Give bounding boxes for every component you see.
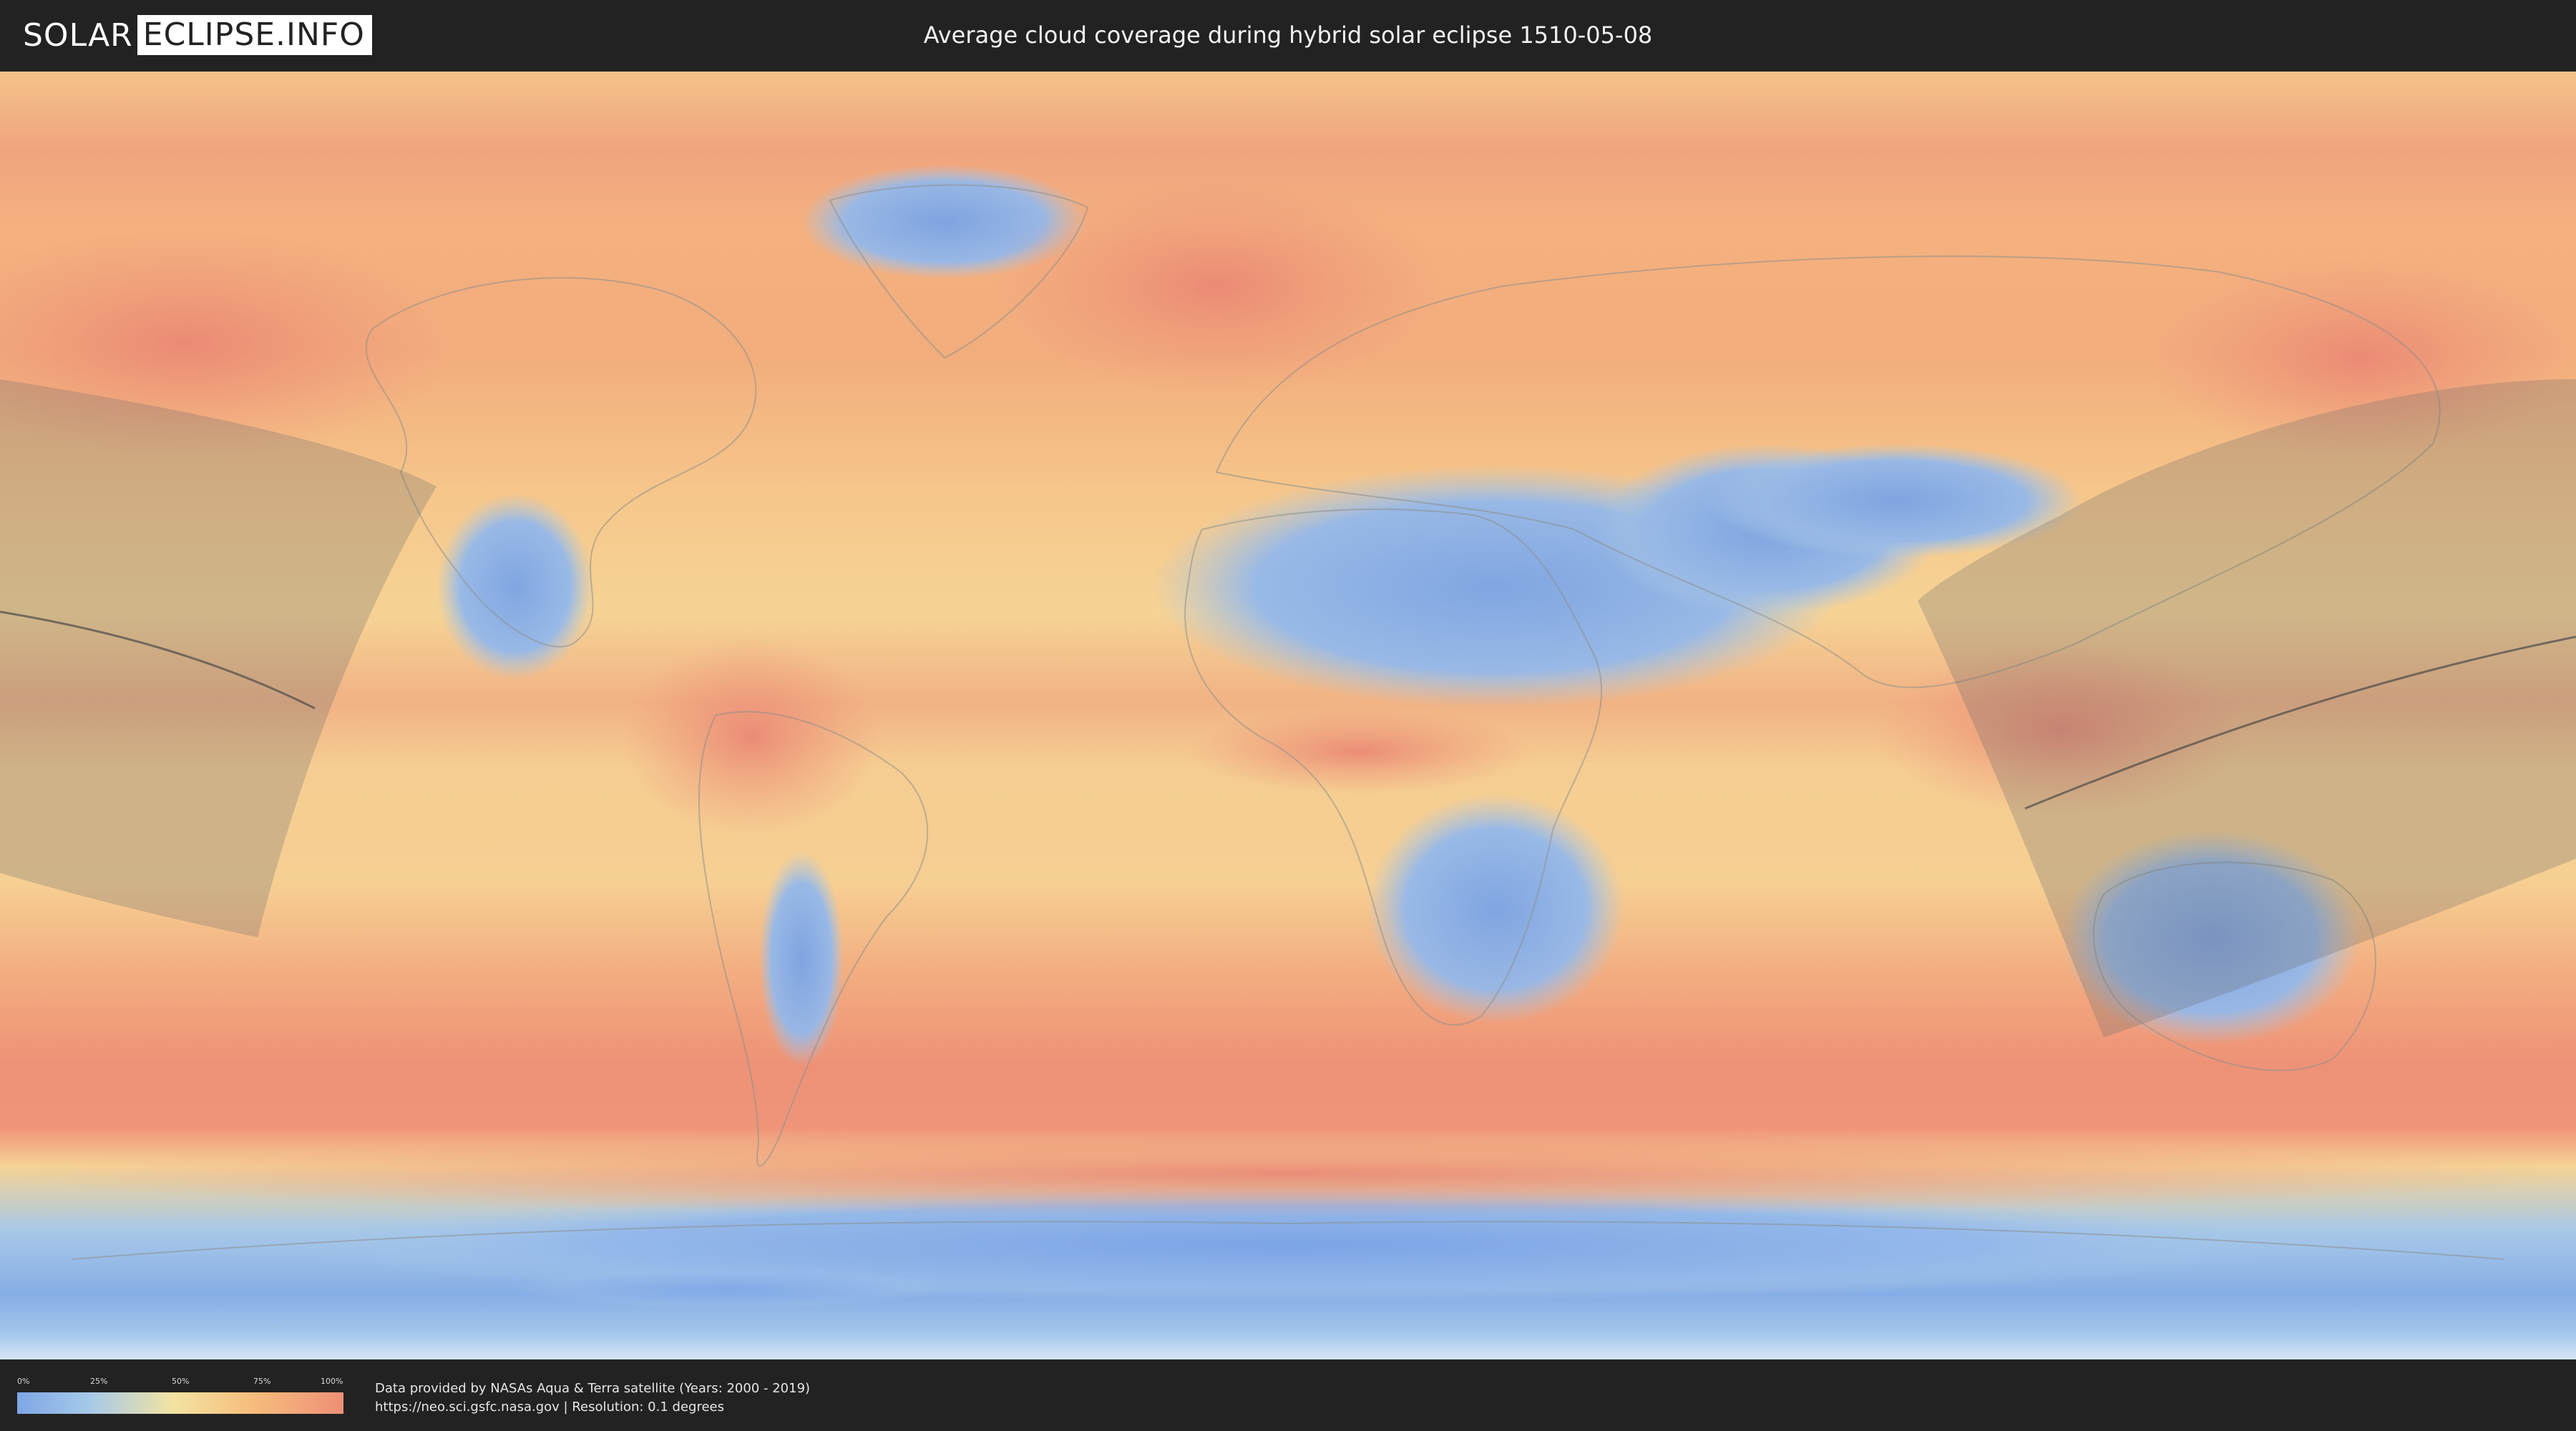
app-frame: SOLAR ECLIPSE.INFO Average cloud coverag… — [0, 0, 2576, 1431]
legend-label-75: 75% — [253, 1377, 271, 1386]
legend-labels: 0% 25% 50% 75% 100% — [17, 1377, 343, 1390]
map-container[interactable] — [0, 72, 2576, 1359]
data-credits: Data provided by NASAs Aqua & Terra sate… — [375, 1379, 810, 1417]
legend-label-100: 100% — [321, 1377, 343, 1386]
cloud-coverage-legend: 0% 25% 50% 75% 100% — [17, 1377, 343, 1420]
cloud-coverage-map[interactable] — [0, 72, 2576, 1359]
credit-line-url[interactable]: https://neo.sci.gsfc.nasa.gov | Resoluti… — [375, 1398, 810, 1417]
credit-line-source: Data provided by NASAs Aqua & Terra sate… — [375, 1381, 811, 1396]
legend-color-bar — [17, 1392, 343, 1414]
header-bar: SOLAR ECLIPSE.INFO Average cloud coverag… — [0, 0, 2576, 72]
footer-bar: 0% 25% 50% 75% 100% Data provided by NAS… — [0, 1359, 2576, 1431]
legend-label-25: 25% — [90, 1377, 108, 1386]
legend-label-50: 50% — [172, 1377, 190, 1386]
page-title: Average cloud coverage during hybrid sol… — [923, 21, 1653, 49]
legend-label-0: 0% — [17, 1377, 30, 1386]
